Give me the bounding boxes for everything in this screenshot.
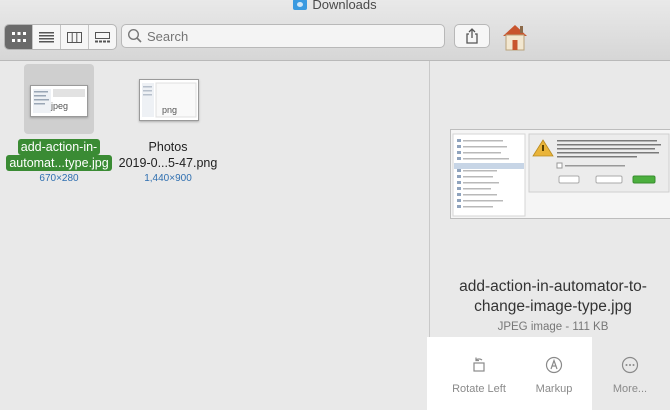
file-dimensions-2: 1,440×900	[144, 173, 192, 184]
markup-label: Markup	[535, 383, 573, 395]
column-view-button[interactable]	[61, 25, 89, 49]
automator-dialog-preview-icon	[451, 130, 670, 218]
file-name-line2: automat...type.jpg	[6, 155, 112, 171]
file-thumbnail-1[interactable]: jpeg	[30, 85, 88, 117]
window-title-text: Downloads	[312, 0, 377, 12]
window-toolbar: Downloads	[0, 0, 670, 61]
markup-icon	[545, 356, 563, 374]
search-input[interactable]	[143, 28, 441, 44]
rotate-left-button[interactable]: Rotate Left	[444, 356, 514, 395]
file-name-line1: Photos	[148, 140, 188, 154]
file-name-line2: 2019-0...5-47.png	[118, 156, 218, 170]
more-label: More...	[612, 383, 648, 395]
home-button[interactable]	[500, 22, 530, 52]
icon-view-button[interactable]	[5, 25, 33, 49]
file-name-2: Photos 2019-0...5-47.png	[108, 139, 228, 171]
file-dimensions-1: 670×280	[39, 173, 79, 184]
home-icon	[503, 25, 527, 51]
column-view-icon	[67, 31, 82, 43]
file-name-line1: add-action-in-	[17, 139, 101, 155]
file-badge-jpeg: jpeg	[51, 101, 69, 111]
search-icon	[127, 28, 142, 43]
rotate-left-label: Rotate Left	[452, 383, 506, 395]
markup-button[interactable]: Markup	[525, 356, 583, 395]
list-view-button[interactable]	[33, 25, 61, 49]
more-button[interactable]: More...	[605, 356, 655, 395]
gallery-view-icon	[95, 31, 110, 42]
icon-view-icon	[11, 32, 26, 42]
file-item-1[interactable]: add-action-in- automat...type.jpg 670×28…	[0, 139, 118, 184]
file-badge-png: png	[162, 105, 178, 115]
preview-image	[450, 129, 670, 219]
search-field[interactable]	[121, 24, 445, 48]
share-icon	[466, 28, 478, 44]
downloads-folder-icon	[293, 0, 308, 10]
list-view-icon	[39, 31, 54, 42]
preview-name-line2: change-image-type.jpg	[474, 298, 632, 315]
more-icon	[621, 356, 639, 374]
share-button[interactable]	[454, 24, 490, 48]
file-item-2[interactable]: Photos 2019-0...5-47.png 1,440×900	[108, 139, 228, 184]
preview-file-meta: JPEG image - 111 KB	[497, 321, 609, 333]
file-thumbnail-2[interactable]: png	[139, 79, 199, 121]
gallery-view-button[interactable]	[89, 25, 116, 49]
rotate-left-icon	[473, 357, 485, 372]
window-title: Downloads	[0, 0, 670, 12]
view-switcher	[4, 24, 117, 50]
preview-file-name: add-action-in-automator-to- change-image…	[430, 277, 670, 317]
file-name-1: add-action-in- automat...type.jpg	[0, 139, 118, 171]
preview-name-line1: add-action-in-automator-to-	[459, 278, 647, 295]
